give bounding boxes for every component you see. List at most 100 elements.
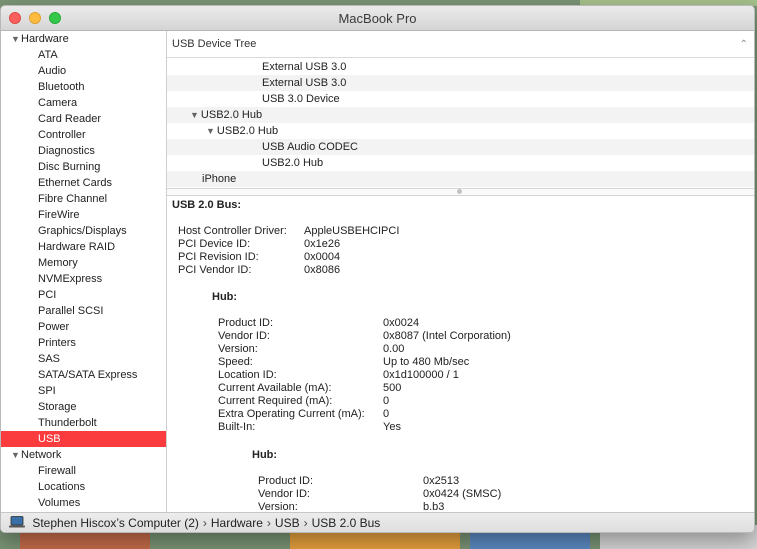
hub-prop-key: Product ID: [258, 475, 314, 487]
sidebar-item-pci[interactable]: PCI [1, 287, 166, 303]
sidebar-group-hardware[interactable]: ▼Hardware [1, 31, 166, 47]
tree-header[interactable]: USB Device Tree ⌃ [167, 31, 754, 58]
hub-prop-value: b.b3 [423, 501, 445, 512]
tree-row[interactable]: iPhone [167, 171, 754, 187]
sidebar-item-parallel-scsi[interactable]: Parallel SCSI [1, 303, 166, 319]
sidebar-item-camera[interactable]: Camera [1, 95, 166, 111]
tree-row-label: External USB 3.0 [262, 61, 347, 73]
tree-row-label: USB2.0 Hub [262, 157, 324, 169]
computer-icon [9, 514, 25, 532]
sidebar-item-nvmexpress[interactable]: NVMExpress [1, 271, 166, 287]
sidebar-item-sata-sata-express[interactable]: SATA/SATA Express [1, 367, 166, 383]
hub-prop-value: 0x8087 (Intel Corporation) [383, 330, 511, 342]
sidebar-item-graphics-displays[interactable]: Graphics/Displays [1, 223, 166, 239]
sidebar-item-bluetooth[interactable]: Bluetooth [1, 79, 166, 95]
hub-prop-key: Current Required (mA): [218, 395, 333, 407]
hub-prop-value: 0 [383, 408, 390, 420]
bus-prop-key: PCI Revision ID: [178, 251, 259, 263]
tree-row-label: USB Audio CODEC [262, 141, 358, 153]
breadcrumb-item[interactable]: Hardware [211, 516, 263, 530]
bus-prop-key: Host Controller Driver: [178, 225, 287, 237]
disclosure-triangle-icon[interactable]: ▼ [11, 31, 20, 47]
bus-prop-value: AppleUSBEHCIPCI [304, 225, 400, 237]
breadcrumb-item[interactable]: USB [275, 516, 300, 530]
tree-row[interactable]: ▼ USB2.0 Hub [167, 107, 754, 123]
sidebar-item-firewall[interactable]: Firewall [1, 463, 166, 479]
sidebar[interactable]: ▼Hardware ATA Audio Bluetooth Camera Card Rea… [1, 31, 167, 512]
tree-row-label: USB2.0 Hub [216, 125, 279, 137]
hub-prop-key: Location ID: [218, 369, 277, 381]
hub-prop-value: 0 [383, 395, 390, 407]
sidebar-item-card-reader[interactable]: Card Reader [1, 111, 166, 127]
tree-row-label: USB2.0 Hub [200, 109, 263, 121]
detail-title: USB 2.0 Bus: [172, 199, 242, 211]
app-window: MacBook Pro ▼Hardware ATA Audio Bluetooth Ca… [0, 5, 755, 533]
sidebar-group-label: Hardware [21, 33, 69, 45]
tree-row-label: External USB 3.0 [262, 77, 347, 89]
sidebar-item-audio[interactable]: Audio [1, 63, 166, 79]
detail-pane: USB 2.0 Bus: Host Controller Driver: Appl… [167, 196, 754, 512]
sidebar-item-firewire[interactable]: FireWire [1, 207, 166, 223]
sidebar-item-printers[interactable]: Printers [1, 335, 166, 351]
sidebar-item-storage[interactable]: Storage [1, 399, 166, 415]
disclosure-triangle-icon[interactable]: ▼ [190, 110, 199, 120]
usb-device-tree[interactable]: External USB 3.0 External USB 3.0 USB 3.0 … [167, 59, 754, 187]
main-pane: USB Device Tree ⌃ External USB 3.0 Extern… [167, 31, 754, 512]
window-title: MacBook Pro [338, 11, 417, 26]
disclosure-triangle-icon[interactable]: ▼ [206, 126, 215, 136]
sidebar-item-hardware-raid[interactable]: Hardware RAID [1, 239, 166, 255]
sidebar-item-fibre-channel[interactable]: Fibre Channel [1, 191, 166, 207]
sidebar-item-disc-burning[interactable]: Disc Burning [1, 159, 166, 175]
sidebar-item-usb[interactable]: USB [1, 431, 166, 447]
disclosure-triangle-icon[interactable]: ▼ [11, 447, 20, 463]
sidebar-group-label: Network [21, 449, 62, 461]
bus-prop-value: 0x0004 [304, 251, 341, 263]
tree-row[interactable]: External USB 3.0 [167, 59, 754, 75]
tree-row[interactable]: External USB 3.0 [167, 75, 754, 91]
hub-prop-value: 0x0424 (SMSC) [423, 488, 502, 500]
tree-header-label: USB Device Tree [172, 38, 257, 50]
hub-prop-value: 0x2513 [423, 475, 460, 487]
hub-prop-value: 0x0024 [383, 317, 420, 329]
bus-prop-value: 0x1e26 [304, 238, 341, 250]
hub-prop-value: 0x1d100000 / 1 [383, 369, 459, 381]
tree-row[interactable]: USB 3.0 Device [167, 91, 754, 107]
breadcrumb-separator: › [266, 516, 271, 530]
sidebar-item-locations[interactable]: Locations [1, 479, 166, 495]
sidebar-item-ata[interactable]: ATA [1, 47, 166, 63]
hub-prop-key: Vendor ID: [218, 330, 270, 342]
hub-heading: Hub: [212, 291, 238, 303]
divider-handle-icon[interactable] [457, 189, 462, 194]
hub-prop-key: Product ID: [218, 317, 274, 329]
hub-prop-key: Speed: [218, 356, 253, 368]
breadcrumb-item[interactable]: Stephen Hiscox’s Computer (2) [32, 516, 199, 530]
tree-row-label: iPhone [202, 173, 237, 185]
sidebar-item-ethernet-cards[interactable]: Ethernet Cards [1, 175, 166, 191]
path-bar: Stephen Hiscox’s Computer (2) › Hardware › U… [1, 512, 754, 532]
bus-prop-value: 0x8086 [304, 264, 341, 276]
tree-row[interactable]: USB2.0 Hub [167, 155, 754, 171]
hub-prop-key: Built-In: [218, 421, 256, 433]
split-divider[interactable] [167, 188, 754, 196]
sidebar-item-power[interactable]: Power [1, 319, 166, 335]
sidebar-item-thunderbolt[interactable]: Thunderbolt [1, 415, 166, 431]
sidebar-item-controller[interactable]: Controller [1, 127, 166, 143]
sidebar-item-memory[interactable]: Memory [1, 255, 166, 271]
hub-prop-key: Extra Operating Current (mA): [218, 408, 365, 420]
tree-row[interactable]: ▼ USB2.0 Hub [167, 123, 754, 139]
bus-prop-key: PCI Device ID: [178, 238, 251, 250]
breadcrumb-item[interactable]: USB 2.0 Bus [312, 516, 381, 530]
tree-row-label: USB 3.0 Device [262, 93, 340, 105]
hub-prop-key: Vendor ID: [258, 488, 310, 500]
tree-row[interactable]: USB Audio CODEC [167, 139, 754, 155]
sidebar-item-volumes[interactable]: Volumes [1, 495, 166, 511]
title-bar[interactable]: MacBook Pro [1, 6, 754, 31]
breadcrumb-separator: › [303, 516, 308, 530]
sidebar-item-spi[interactable]: SPI [1, 383, 166, 399]
hub-prop-value: Yes [383, 421, 401, 433]
sidebar-item-sas[interactable]: SAS [1, 351, 166, 367]
bus-prop-key: PCI Vendor ID: [178, 264, 252, 276]
sidebar-group-network[interactable]: ▼Network [1, 447, 166, 463]
sidebar-item-diagnostics[interactable]: Diagnostics [1, 143, 166, 159]
chevron-up-icon[interactable]: ⌃ [740, 31, 748, 58]
